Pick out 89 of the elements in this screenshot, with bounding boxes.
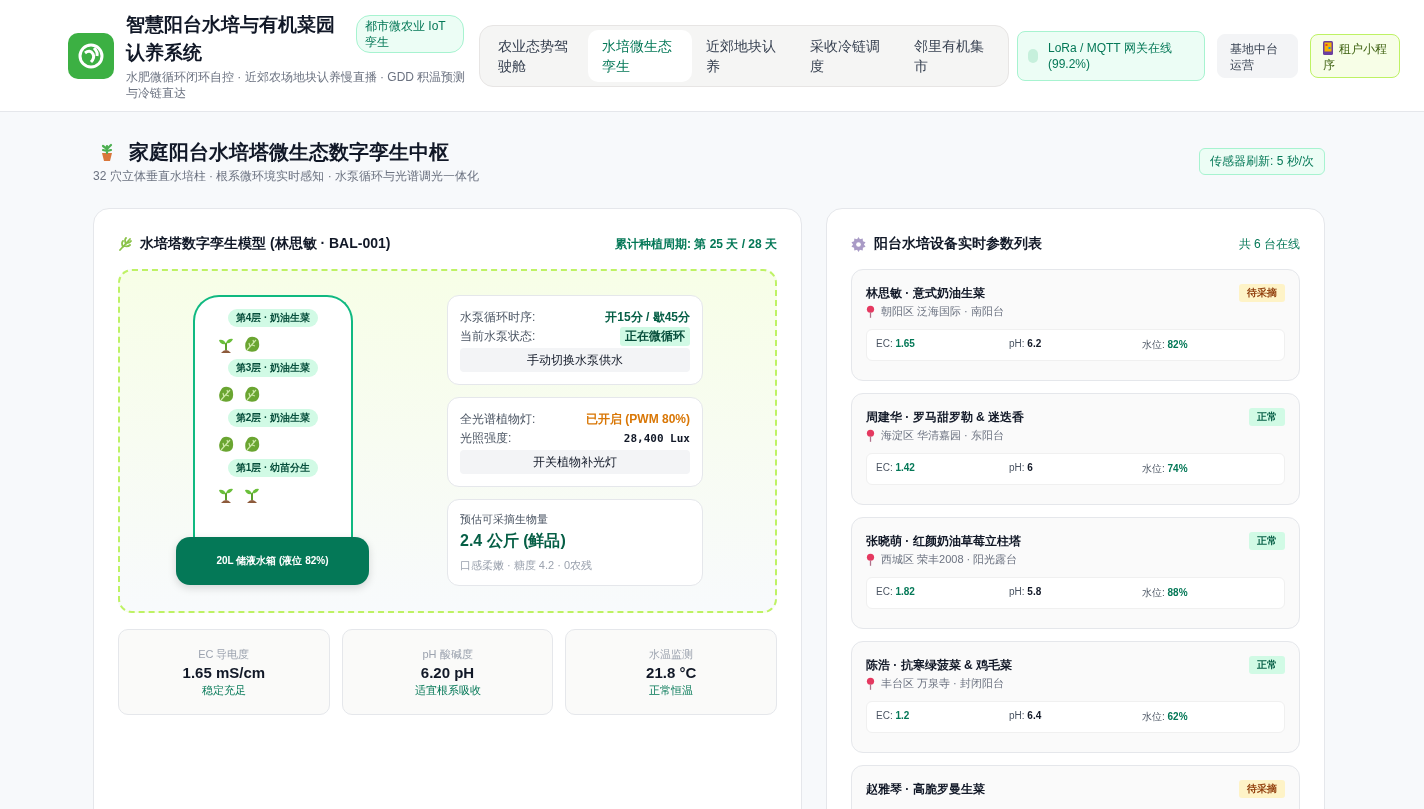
- yield-value: 2.4 公斤 (鲜品): [460, 531, 567, 551]
- water-level-reading: 水位: 74%: [1142, 462, 1189, 476]
- tier-label: 第1层 · 幼苗分生: [227, 459, 319, 477]
- page-subtitle: 32 穴立体垂直水培柱 · 根系微环境实时感知 · 水泵循环与光谱调光一体化: [93, 168, 479, 185]
- yield-note: 口感柔嫩 · 糖度 4.2 · 0农残: [460, 558, 594, 573]
- lux-value: 28,400 Lux: [623, 431, 690, 447]
- device-name: 周建华 · 罗马甜罗勒 & 迷迭香: [866, 408, 1024, 426]
- status-badge: 正常: [1249, 656, 1285, 674]
- app-subtitle: 水肥微循环闭环自控 · 近郊农场地块认养慢直播 · GDD 积温预测与冷链直达: [126, 68, 467, 101]
- field-label: 水泵循环时序:: [460, 309, 536, 326]
- header-button[interactable]: 基地中台运营: [1216, 33, 1298, 78]
- gear-icon: [851, 236, 866, 252]
- metric-note: 稳定充足: [201, 682, 246, 698]
- pump-toggle-button[interactable]: 手动切换水泵供水: [460, 348, 690, 372]
- pin-icon: [866, 553, 875, 566]
- lettuce-icon: [243, 435, 261, 453]
- header-button[interactable]: 租户小程序: [1309, 33, 1400, 78]
- device-name: 林思敏 · 意式奶油生菜: [866, 284, 985, 302]
- light-toggle-button[interactable]: 开关植物补光灯: [460, 450, 690, 474]
- device-card[interactable]: 赵雅琴 · 高脆罗曼生菜 待采摘: [851, 765, 1300, 809]
- logo-icon: [68, 32, 114, 79]
- field-label: 当前水泵状态:: [460, 328, 536, 345]
- status-badge: 待采摘: [1239, 284, 1285, 302]
- metric-label: 水温监测: [649, 646, 694, 662]
- ec-reading: EC: 1.42: [876, 462, 916, 475]
- lettuce-icon: [217, 385, 235, 403]
- herb-icon: [118, 237, 132, 251]
- device-card[interactable]: 张晓萌 · 红颜奶油草莓立柱塔 正常 西城区 荣丰2008 · 阳光露台 EC: 1.82 pH: 5.8 水位: 88%: [851, 517, 1300, 629]
- pump-status: 正在微循环: [620, 327, 690, 346]
- lamp-status: 已开启 (PWM 80%): [586, 411, 690, 428]
- device-location: 海淀区 华清嘉园 · 东阳台: [881, 428, 1004, 443]
- refresh-rate-badge: 传感器刷新: 5 秒/次: [1199, 148, 1325, 175]
- tier-label: 第4层 · 奶油生菜: [227, 309, 319, 327]
- lettuce-icon: [243, 335, 261, 353]
- metric-note: 适宜根系吸收: [414, 682, 481, 698]
- cycle-text: 累计种植周期: 第 25 天 / 28 天: [614, 235, 777, 253]
- card-title: 阳台水培设备实时参数列表: [874, 235, 1042, 253]
- platform-badge: 都市微农业 IoT 孪生: [356, 14, 464, 53]
- pin-icon: [866, 305, 875, 318]
- device-location: 西城区 荣丰2008 · 阳光露台: [881, 552, 1018, 567]
- device-card[interactable]: 林思敏 · 意式奶油生菜 待采摘 朝阳区 泛海国际 · 南阳台 EC: 1.65 pH: 6.2 水位: 82%: [851, 269, 1300, 381]
- water-level-reading: 水位: 88%: [1142, 586, 1189, 600]
- status-badge: 正常: [1249, 408, 1285, 426]
- metric-value: 6.20 pH: [420, 663, 475, 681]
- metric-value: 1.65 mS/cm: [182, 663, 266, 681]
- device-location: 朝阳区 泛海国际 · 南阳台: [881, 304, 1004, 319]
- nav-tab[interactable]: 水培微生态孪生: [588, 29, 692, 82]
- water-level-reading: 水位: 82%: [1142, 338, 1189, 352]
- ph-reading: pH: 6: [1009, 462, 1034, 475]
- metric-label: EC 导电度: [198, 646, 250, 662]
- gateway-status: LoRa / MQTT 网关在线 (99.2%): [1017, 30, 1205, 81]
- water-level-reading: 水位: 62%: [1142, 710, 1189, 724]
- metric-note: 正常恒温: [649, 682, 694, 698]
- nav-tab[interactable]: 农业态势驾驶舱: [484, 29, 588, 82]
- pin-icon: [866, 429, 875, 442]
- nav-tab[interactable]: 近郊地块认养: [692, 29, 796, 82]
- device-card[interactable]: 周建华 · 罗马甜罗勒 & 迷迭香 正常 海淀区 华清嘉园 · 东阳台 EC: 1.42 pH: 6 水位: 74%: [851, 393, 1300, 505]
- status-badge: 正常: [1249, 532, 1285, 550]
- tier-label: 第3层 · 奶油生菜: [227, 359, 319, 377]
- field-label: 光照强度:: [460, 430, 512, 447]
- device-card[interactable]: 陈浩 · 抗寒绿菠菜 & 鸡毛菜 正常 丰台区 万泉寺 · 封闭阳台 EC: 1.2 pH: 6.4 水位: 62%: [851, 641, 1300, 753]
- phone-icon: [1322, 40, 1333, 55]
- ec-reading: EC: 1.65: [876, 338, 916, 351]
- device-location: 丰台区 万泉寺 · 封闭阳台: [881, 676, 1004, 691]
- pin-icon: [866, 677, 875, 690]
- device-name: 赵雅琴 · 高脆罗曼生菜: [866, 780, 985, 798]
- field-label: 全光谱植物灯:: [460, 411, 536, 428]
- ec-reading: EC: 1.2: [876, 710, 911, 723]
- yield-label: 预估可采摘生物量: [460, 512, 549, 527]
- lettuce-icon: [217, 435, 235, 453]
- pump-schedule: 开15分 / 歇45分: [605, 309, 690, 326]
- status-badge: 待采摘: [1239, 780, 1285, 798]
- ph-reading: pH: 5.8: [1009, 586, 1043, 599]
- metric-value: 21.8 °C: [646, 663, 697, 681]
- device-name: 张晓萌 · 红颜奶油草莓立柱塔: [866, 532, 1021, 550]
- online-count: 共 6 台在线: [1238, 235, 1300, 253]
- app-title: 智慧阳台水培与有机菜园认养系统: [126, 12, 336, 65]
- nav-tab[interactable]: 采收冷链调度: [796, 29, 900, 82]
- page-title: 家庭阳台水培塔微生态数字孪生中枢: [129, 140, 449, 164]
- ec-reading: EC: 1.82: [876, 586, 916, 599]
- lettuce-icon: [243, 385, 261, 403]
- device-name: 陈浩 · 抗寒绿菠菜 & 鸡毛菜: [866, 656, 1012, 674]
- metric-label: pH 酸碱度: [422, 646, 473, 662]
- card-title: 水培塔数字孪生模型 (林思敏 · BAL-001): [140, 235, 391, 253]
- nav-tab[interactable]: 邻里有机集市: [900, 29, 1004, 82]
- ph-reading: pH: 6.2: [1009, 338, 1043, 351]
- ph-reading: pH: 6.4: [1009, 710, 1043, 723]
- tier-label: 第2层 · 奶油生菜: [227, 409, 319, 427]
- water-tank: 20L 储液水箱 (液位 82%): [176, 537, 369, 585]
